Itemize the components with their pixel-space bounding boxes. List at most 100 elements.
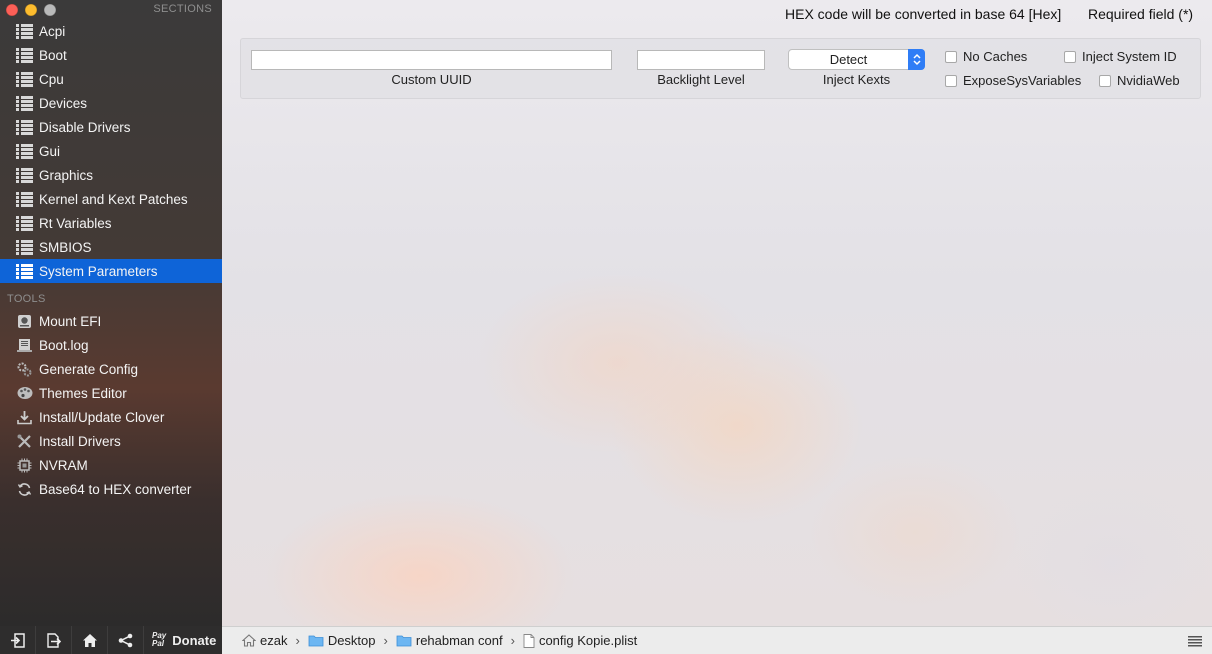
sidebar-item-graphics[interactable]: Graphics [0,163,222,187]
tool-install-drivers[interactable]: Install Drivers [0,429,222,453]
sidebar-item-system-parameters[interactable]: System Parameters [0,259,222,283]
sidebar-item-cpu[interactable]: Cpu [0,67,222,91]
tool-base64-to-hex-converter[interactable]: Base64 to HEX converter [0,477,222,501]
sidebar-item-gui[interactable]: Gui [0,139,222,163]
no-caches-checkbox[interactable]: No Caches [945,49,1027,64]
gears-icon [16,361,33,378]
palette-icon [16,385,33,402]
sidebar-item-rt-variables[interactable]: Rt Variables [0,211,222,235]
path-crumb-home[interactable]: ezak [242,633,287,648]
hamburger-menu-icon[interactable] [1188,635,1202,650]
chevron-up-down-icon [908,49,925,70]
inject-kexts-value: Detect [829,52,868,67]
path-separator: › [510,633,515,648]
sidebar-item-devices[interactable]: Devices [0,91,222,115]
path-crumb-config-file[interactable]: config Kopie.plist [523,633,637,648]
sidebar: SECTIONS Acpi Boot Cpu Devices Disable D… [0,0,222,626]
home-folder-icon [242,634,256,647]
checkbox-box[interactable] [1099,74,1111,87]
sidebar-item-boot[interactable]: Boot [0,43,222,67]
tool-label: Boot.log [39,337,89,353]
backlight-level-input[interactable] [637,50,765,70]
bottom-toolbar: Pay Pal Donate [0,626,222,654]
tool-generate-config[interactable]: Generate Config [0,357,222,381]
expose-sys-variables-label: ExposeSysVariables [963,73,1082,88]
list-icon [16,191,33,208]
inject-system-id-checkbox[interactable]: Inject System ID [1064,49,1177,64]
sidebar-item-label: Graphics [39,167,94,183]
sidebar-item-label: SMBIOS [39,239,92,255]
tools-header: TOOLS [7,293,46,305]
tool-label: Mount EFI [39,313,102,329]
list-icon [16,239,33,256]
custom-uuid-input[interactable] [251,50,612,70]
path-crumb-desktop[interactable]: Desktop [308,633,376,648]
paypal-logo: Pay Pal [152,631,167,648]
sections-list: Acpi Boot Cpu Devices Disable Drivers Gu… [0,19,222,283]
inject-system-id-label: Inject System ID [1082,49,1177,64]
tool-label: Themes Editor [39,385,127,401]
inject-kexts-select[interactable]: Detect [788,49,925,70]
sidebar-item-acpi[interactable]: Acpi [0,19,222,43]
list-icon [16,47,33,64]
list-icon [16,263,33,280]
list-icon [16,23,33,40]
document-icon [523,633,535,648]
custom-uuid-label: Custom UUID [391,72,472,87]
tool-label: NVRAM [39,457,88,473]
list-icon [16,71,33,88]
required-field-note: Required field (*) [1088,6,1194,22]
chip-icon [16,457,33,474]
tools-icon [16,433,33,450]
nvidia-web-checkbox[interactable]: NvidiaWeb [1099,73,1180,88]
sidebar-item-label: Kernel and Kext Patches [39,191,188,207]
folder-icon [308,635,324,647]
sidebar-item-label: System Parameters [39,263,158,279]
home-button[interactable] [72,626,108,654]
tool-themes-editor[interactable]: Themes Editor [0,381,222,405]
path-crumb-rehabman-conf[interactable]: rehabman conf [396,633,503,648]
open-button[interactable] [0,626,36,654]
checkbox-box[interactable] [945,50,957,63]
sections-header: SECTIONS [153,3,212,15]
tool-mount-efi[interactable]: Mount EFI [0,309,222,333]
sidebar-item-smbios[interactable]: SMBIOS [0,235,222,259]
backlight-level-label: Backlight Level [657,72,745,87]
sidebar-item-label: Devices [39,95,88,111]
path-separator: › [383,633,388,648]
tool-nvram[interactable]: NVRAM [0,453,222,477]
tools-list: Mount EFI Boot.log Generate Config Theme… [0,309,222,501]
log-icon [16,337,33,354]
sidebar-item-label: Rt Variables [39,215,112,231]
disk-icon [16,313,33,330]
tool-label: Base64 to HEX converter [39,481,192,497]
expose-sys-variables-checkbox[interactable]: ExposeSysVariables [945,73,1081,88]
sidebar-item-label: Cpu [39,71,64,87]
tool-install-update-clover[interactable]: Install/Update Clover [0,405,222,429]
nvidia-web-label: NvidiaWeb [1117,73,1180,88]
sidebar-item-disable-drivers[interactable]: Disable Drivers [0,115,222,139]
checkbox-box[interactable] [1064,50,1076,63]
list-icon [16,95,33,112]
list-icon [16,167,33,184]
donate-label: Donate [172,632,217,648]
hex-conversion-note: HEX code will be converted in base 64 [H… [785,6,1062,22]
checkbox-box[interactable] [945,74,957,87]
save-as-button[interactable] [36,626,72,654]
download-icon [16,409,33,426]
inject-kexts-label: Inject Kexts [822,72,891,87]
zoom-window-button[interactable] [44,4,56,16]
sidebar-item-kernel-and-kext-patches[interactable]: Kernel and Kext Patches [0,187,222,211]
donate-button[interactable]: Pay Pal Donate [144,632,216,648]
home-icon [82,633,97,647]
share-button[interactable] [108,626,144,654]
convert-icon [16,481,33,498]
folder-icon [396,635,412,647]
no-caches-label: No Caches [963,49,1028,64]
close-window-button[interactable] [6,4,18,16]
path-separator: › [295,633,300,648]
open-file-icon [11,632,25,648]
sidebar-item-label: Disable Drivers [39,119,131,135]
tool-boot-log[interactable]: Boot.log [0,333,222,357]
minimize-window-button[interactable] [25,4,37,16]
